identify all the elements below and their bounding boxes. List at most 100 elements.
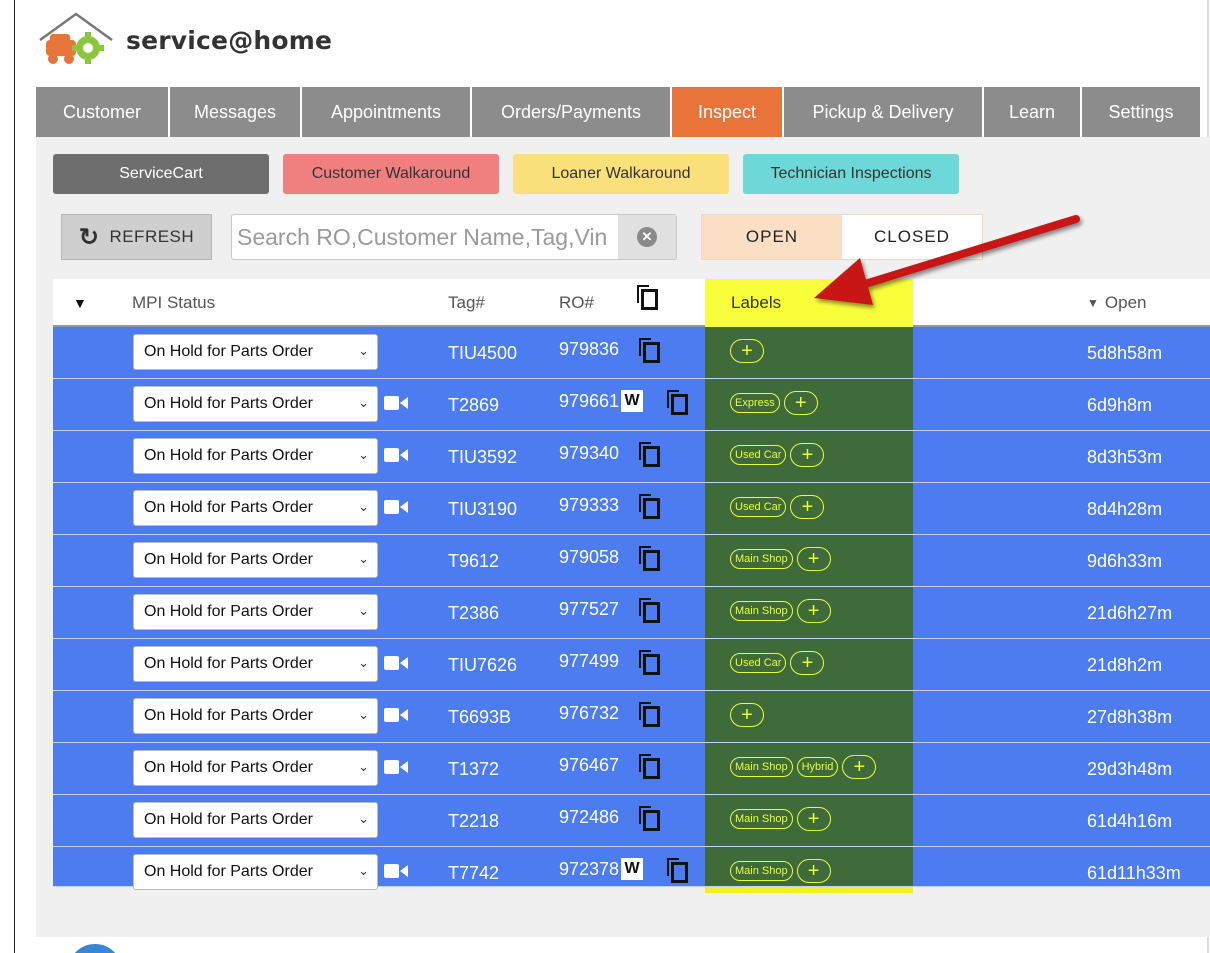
video-camera-icon[interactable] [384, 863, 408, 879]
nav-tab-learn[interactable]: Learn [984, 87, 1082, 137]
label-chip[interactable]: Main Shop [730, 809, 793, 829]
mpi-status-select[interactable]: On Hold for Parts Order ⌄ [133, 334, 378, 370]
table-row[interactable]: On Hold for Parts Order ⌄ T7742 972378 W Main… [53, 847, 1210, 890]
ro-number[interactable]: 979333 [559, 495, 619, 516]
copy-icon[interactable] [637, 544, 661, 572]
ro-header[interactable]: RO# [559, 279, 594, 327]
mpi-status-select[interactable]: On Hold for Parts Order ⌄ [133, 854, 378, 890]
add-label-button[interactable]: + [842, 755, 877, 779]
label-chip[interactable]: Main Shop [730, 549, 793, 569]
copy-icon[interactable] [637, 440, 661, 468]
add-label-button[interactable]: + [783, 391, 818, 415]
add-label-button[interactable]: + [730, 339, 764, 363]
nav-tab-appointments[interactable]: Appointments [302, 87, 472, 137]
add-label-button[interactable]: + [790, 443, 825, 467]
table-row[interactable]: On Hold for Parts Order ⌄ TIU7626 977499 Use… [53, 639, 1210, 691]
add-label-button[interactable]: + [796, 807, 831, 831]
nav-tab-settings[interactable]: Settings [1082, 87, 1202, 137]
subtab-customer-walkaround[interactable]: Customer Walkaround [283, 154, 499, 194]
ro-number[interactable]: 979340 [559, 443, 619, 464]
copy-all-icon[interactable] [635, 279, 659, 315]
ro-number[interactable]: 976732 [559, 703, 619, 724]
mpi-status-select[interactable]: On Hold for Parts Order ⌄ [133, 542, 378, 578]
subtab-loaner-walkaround[interactable]: Loaner Walkaround [513, 154, 729, 194]
copy-icon[interactable] [665, 856, 689, 884]
label-chip[interactable]: Used Car [730, 653, 787, 673]
ro-number[interactable]: 979836 [559, 339, 619, 360]
copy-icon[interactable] [637, 700, 661, 728]
ro-number[interactable]: 979058 [559, 547, 619, 568]
closed-filter-button[interactable]: CLOSED [842, 215, 982, 259]
mpi-status-select[interactable]: On Hold for Parts Order ⌄ [133, 646, 378, 682]
label-chip[interactable]: Used Car [730, 497, 787, 517]
ro-number[interactable]: 977499 [559, 651, 619, 672]
mpi-status-select[interactable]: On Hold for Parts Order ⌄ [133, 750, 378, 786]
copy-icon[interactable] [637, 648, 661, 676]
video-camera-icon[interactable] [384, 655, 408, 671]
copy-icon[interactable] [637, 336, 661, 364]
video-camera-icon[interactable] [384, 707, 408, 723]
open-filter-button[interactable]: OPEN [702, 215, 842, 259]
mpi-status-header[interactable]: MPI Status [132, 279, 215, 327]
label-chip[interactable]: Main Shop [730, 601, 793, 621]
add-label-button[interactable]: + [796, 859, 831, 883]
video-camera-icon[interactable] [384, 499, 408, 515]
mpi-status-select[interactable]: On Hold for Parts Order ⌄ [133, 698, 378, 734]
table-row[interactable]: On Hold for Parts Order ⌄ T6693B 976732 +27d… [53, 691, 1210, 743]
ro-number[interactable]: 976467 [559, 755, 619, 776]
table-row[interactable]: On Hold for Parts Order ⌄ T2869 979661 W Expr… [53, 379, 1210, 431]
clear-search-button[interactable]: ✕ [618, 215, 676, 259]
copy-icon[interactable] [665, 388, 689, 416]
copy-icon[interactable] [637, 804, 661, 832]
label-chip[interactable]: Main Shop [730, 861, 793, 881]
add-label-button[interactable]: + [796, 547, 831, 571]
ro-number[interactable]: 972378 [559, 859, 619, 880]
add-label-button[interactable]: + [730, 703, 764, 727]
ro-number[interactable]: 972486 [559, 807, 619, 828]
label-chip[interactable]: Used Car [730, 445, 787, 465]
copy-icon[interactable] [637, 492, 661, 520]
subtab-servicecart[interactable]: ServiceCart [53, 154, 269, 194]
table-row[interactable]: On Hold for Parts Order ⌄ T9612 979058 Main … [53, 535, 1210, 587]
w-badge[interactable]: W [621, 858, 644, 880]
mpi-status-select[interactable]: On Hold for Parts Order ⌄ [133, 802, 378, 838]
w-badge[interactable]: W [621, 390, 644, 412]
refresh-button[interactable]: ↻ REFRESH [61, 214, 212, 260]
subtab-technician-inspections[interactable]: Technician Inspections [743, 154, 959, 194]
table-row[interactable]: On Hold for Parts Order ⌄ TIU3190 979333 Use… [53, 483, 1210, 535]
tag-header[interactable]: Tag# [448, 279, 485, 327]
nav-tab-pickup-delivery[interactable]: Pickup & Delivery [784, 87, 984, 137]
mpi-status-select[interactable]: On Hold for Parts Order ⌄ [133, 438, 378, 474]
add-label-button[interactable]: + [796, 599, 831, 623]
label-chip[interactable]: Hybrid [796, 757, 839, 777]
labels-header[interactable]: Labels [731, 279, 781, 327]
nav-tab-messages[interactable]: Messages [170, 87, 302, 137]
chevron-down-icon: ⌄ [358, 811, 369, 826]
sort-caret-icon[interactable]: ▼ [73, 279, 87, 327]
nav-tab-inspect[interactable]: Inspect [672, 87, 784, 137]
table-row[interactable]: On Hold for Parts Order ⌄ TIU3592 979340 Use… [53, 431, 1210, 483]
ro-number[interactable]: 979661 [559, 391, 619, 412]
open-header[interactable]: ▼ Open [1087, 279, 1146, 327]
copy-icon[interactable] [637, 752, 661, 780]
add-label-button[interactable]: + [790, 495, 825, 519]
copy-icon[interactable] [637, 596, 661, 624]
mpi-status-select[interactable]: On Hold for Parts Order ⌄ [133, 490, 378, 526]
add-label-button[interactable]: + [790, 651, 825, 675]
nav-tab-orders-payments[interactable]: Orders/Payments [472, 87, 672, 137]
mpi-status-select[interactable]: On Hold for Parts Order ⌄ [133, 594, 378, 630]
table-row[interactable]: On Hold for Parts Order ⌄ T2386 977527 Main … [53, 587, 1210, 639]
mpi-status-select[interactable]: On Hold for Parts Order ⌄ [133, 386, 378, 422]
video-camera-icon[interactable] [384, 395, 408, 411]
label-chip[interactable]: Main Shop [730, 757, 793, 777]
help-button[interactable] [68, 944, 122, 953]
video-camera-icon[interactable] [384, 447, 408, 463]
table-row[interactable]: On Hold for Parts Order ⌄ TIU4500 979836 +5d… [53, 327, 1210, 379]
search-input[interactable] [232, 215, 618, 259]
table-row[interactable]: On Hold for Parts Order ⌄ T2218 972486 Main … [53, 795, 1210, 847]
video-camera-icon[interactable] [384, 759, 408, 775]
ro-number[interactable]: 977527 [559, 599, 619, 620]
label-chip[interactable]: Express [730, 393, 780, 413]
nav-tab-customer[interactable]: Customer [36, 87, 170, 137]
table-row[interactable]: On Hold for Parts Order ⌄ T1372 976467 Main … [53, 743, 1210, 795]
